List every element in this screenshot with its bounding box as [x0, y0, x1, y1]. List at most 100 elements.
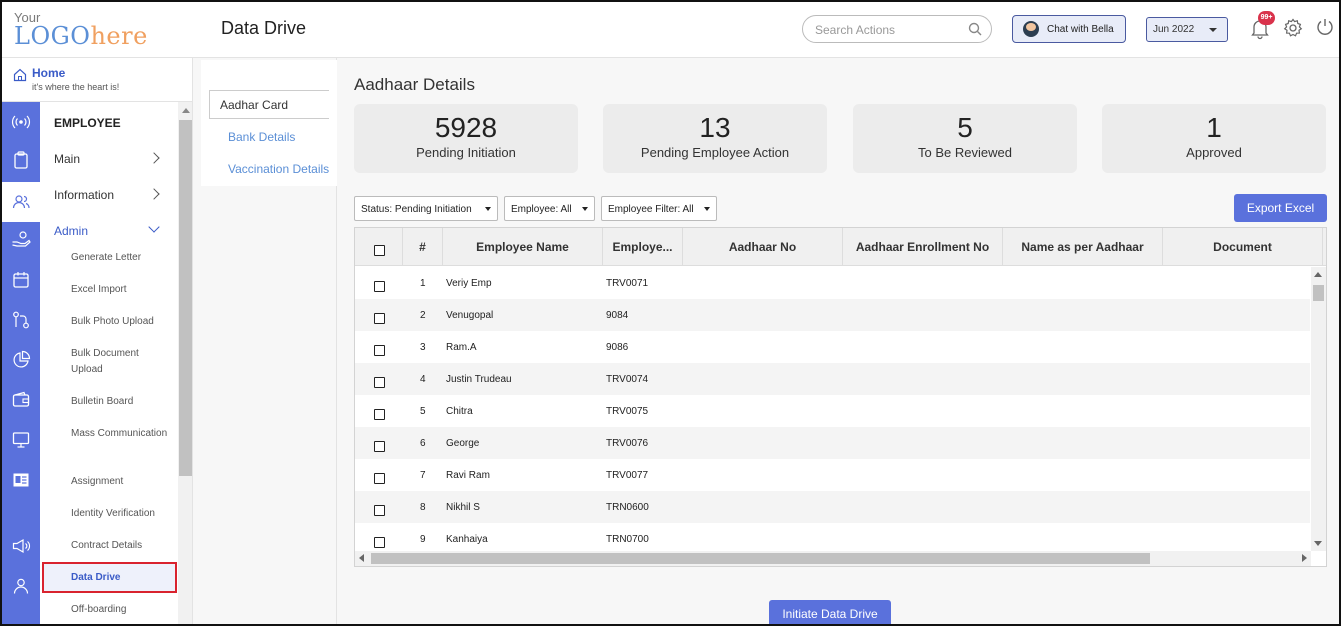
table-row[interactable]: 9 Kanhaiya TRN0700 [355, 523, 1310, 551]
home-link[interactable]: Home it's where the heart is! [2, 58, 193, 102]
header-aadhaar-enrollment-no[interactable]: Aadhaar Enrollment No [843, 228, 1003, 266]
row-checkbox[interactable] [374, 377, 385, 388]
stat-card-pending-employee-action[interactable]: 13 Pending Employee Action [603, 104, 827, 173]
menu-item-admin[interactable]: Admin [54, 224, 88, 238]
scroll-up-arrow[interactable] [182, 108, 190, 113]
row-index: 8 [420, 502, 426, 513]
sub-item-data-drive[interactable]: Data Drive [71, 570, 171, 586]
row-checkbox[interactable] [374, 505, 385, 516]
sub-item-bulletin-board[interactable]: Bulletin Board [71, 394, 171, 410]
initiate-data-drive-button[interactable]: Initiate Data Drive [769, 600, 891, 624]
row-checkbox[interactable] [374, 537, 385, 548]
table-vertical-scrollbar[interactable] [1311, 267, 1326, 551]
tab-bank-details[interactable]: Bank Details [228, 130, 295, 144]
tab-vaccination-details[interactable]: Vaccination Details [228, 162, 329, 176]
chat-with-bella-button[interactable]: Chat with Bella [1012, 15, 1126, 43]
sub-item-identity-verification[interactable]: Identity Verification [71, 506, 171, 522]
status-filter-select[interactable]: Status: Pending Initiation [354, 196, 498, 221]
header-document[interactable]: Document [1163, 228, 1323, 266]
table-row[interactable]: 4 Justin Trudeau TRV0074 [355, 363, 1310, 395]
row-employee-name: Kanhaiya [446, 534, 488, 545]
row-checkbox[interactable] [374, 281, 385, 292]
tab-aadhar-card[interactable]: Aadhar Card [209, 90, 329, 119]
sub-item-mass-communication[interactable]: Mass Communication [71, 426, 171, 442]
header-select-all[interactable] [355, 228, 403, 266]
route-icon[interactable] [11, 310, 31, 330]
search-icon[interactable] [967, 21, 983, 37]
sub-item-bulk-document-upload[interactable]: Bulk Document Upload [71, 346, 171, 378]
table-row[interactable]: 1 Veriy Emp TRV0071 [355, 267, 1310, 299]
users-icon[interactable] [11, 192, 31, 212]
row-checkbox[interactable] [374, 409, 385, 420]
side-menu-scrollbar[interactable] [178, 102, 193, 624]
scroll-thumb[interactable] [179, 120, 192, 476]
scroll-thumb[interactable] [371, 553, 1150, 564]
employee-select[interactable]: Employee: All [504, 196, 595, 221]
sub-item-off-boarding[interactable]: Off-boarding [71, 602, 171, 618]
table-row[interactable]: 6 George TRV0076 [355, 427, 1310, 459]
table-header: # Employee Name Employe... Aadhaar No Aa… [355, 228, 1326, 266]
monitor-icon[interactable] [11, 430, 31, 450]
scroll-left-arrow[interactable] [359, 554, 364, 562]
select-all-checkbox[interactable] [374, 245, 385, 256]
header-name-as-per-aadhaar[interactable]: Name as per Aadhaar [1003, 228, 1163, 266]
chevron-down-icon[interactable] [148, 221, 160, 233]
table-row[interactable]: 3 Ram.A 9086 [355, 331, 1310, 363]
stat-card-to-be-reviewed[interactable]: 5 To Be Reviewed [853, 104, 1077, 173]
sub-item-excel-import[interactable]: Excel Import [71, 282, 171, 298]
scroll-up-arrow[interactable] [1314, 272, 1322, 277]
row-employee-name: Ram.A [446, 342, 477, 353]
table-row[interactable]: 8 Nikhil S TRN0600 [355, 491, 1310, 523]
power-icon[interactable] [1315, 17, 1335, 37]
menu-item-information[interactable]: Information [54, 188, 114, 202]
employee-filter-select[interactable]: Employee Filter: All [601, 196, 717, 221]
row-checkbox[interactable] [374, 345, 385, 356]
header-employee-name[interactable]: Employee Name [443, 228, 603, 266]
chevron-right-icon[interactable] [148, 152, 160, 164]
search-input[interactable]: Search Actions [802, 15, 992, 43]
data-drive-subnav: Aadhar Card Bank Details Vaccination Det… [193, 58, 337, 624]
row-checkbox[interactable] [374, 441, 385, 452]
row-employee-name: Justin Trudeau [446, 374, 512, 385]
calendar-icon[interactable] [11, 270, 31, 290]
id-card-icon[interactable] [11, 470, 31, 490]
wallet-icon[interactable] [11, 390, 31, 410]
scroll-right-arrow[interactable] [1302, 554, 1307, 562]
header-aadhaar-no[interactable]: Aadhaar No [683, 228, 843, 266]
gear-icon[interactable] [1283, 18, 1303, 38]
scroll-thumb[interactable] [1313, 285, 1324, 301]
stat-card-pending-initiation[interactable]: 5928 Pending Initiation [354, 104, 578, 173]
logo[interactable]: Your LOGOhere [14, 10, 147, 50]
sub-item-contract-details[interactable]: Contract Details [71, 538, 171, 554]
table-row[interactable]: 2 Venugopal 9084 [355, 299, 1310, 331]
clipboard-icon[interactable] [11, 150, 31, 170]
header-employee-code[interactable]: Employe... [603, 228, 683, 266]
menu-item-main[interactable]: Main [54, 152, 80, 166]
broadcast-icon[interactable] [11, 112, 31, 132]
header-index[interactable]: # [403, 228, 443, 266]
row-index: 6 [420, 438, 426, 449]
row-employee-code: TRN0700 [606, 534, 649, 545]
user-icon[interactable] [11, 576, 31, 596]
row-index: 1 [420, 278, 426, 289]
sub-item-assignment[interactable]: Assignment [71, 474, 171, 490]
row-index: 9 [420, 534, 426, 545]
stat-card-approved[interactable]: 1 Approved [1102, 104, 1326, 173]
month-select[interactable]: Jun 2022 [1146, 17, 1228, 42]
table-row[interactable]: 5 Chitra TRV0075 [355, 395, 1310, 427]
section-heading: Aadhaar Details [354, 75, 475, 94]
table-horizontal-scrollbar[interactable] [355, 551, 1311, 566]
export-excel-button[interactable]: Export Excel [1234, 194, 1327, 222]
chevron-right-icon[interactable] [148, 188, 160, 200]
hand-coin-icon[interactable] [11, 230, 31, 250]
pie-chart-icon[interactable] [11, 350, 31, 370]
table-row[interactable]: 7 Ravi Ram TRV0077 [355, 459, 1310, 491]
sub-item-generate-letter[interactable]: Generate Letter [71, 250, 171, 266]
row-checkbox[interactable] [374, 313, 385, 324]
row-employee-name: George [446, 438, 480, 449]
sub-item-bulk-photo-upload[interactable]: Bulk Photo Upload [71, 314, 171, 330]
scroll-down-arrow[interactable] [1314, 541, 1322, 546]
megaphone-icon[interactable] [11, 536, 31, 556]
row-checkbox[interactable] [374, 473, 385, 484]
stat-value: 13 [699, 112, 731, 143]
